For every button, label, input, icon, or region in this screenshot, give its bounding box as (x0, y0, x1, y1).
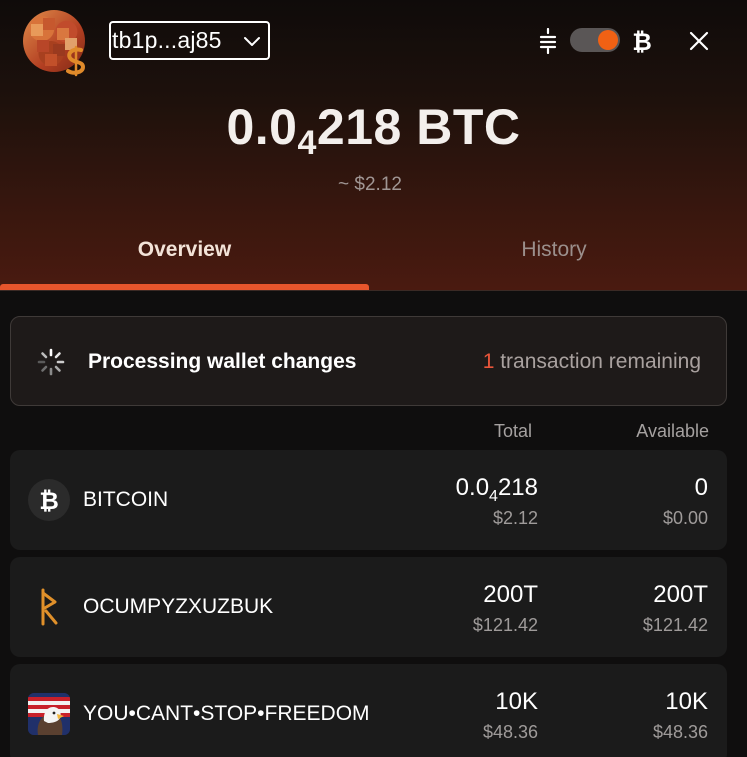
asset-total-subscript: 4 (489, 488, 498, 505)
address-selector-button[interactable]: tb1p...aj85 (109, 21, 270, 60)
asset-available-usd: $0.00 (662, 508, 708, 528)
asset-available: 200T (653, 581, 708, 608)
chevron-down-icon (242, 31, 262, 56)
asset-name: BITCOIN (83, 488, 169, 511)
asset-row-you-cant-stop-freedom[interactable]: YOU•CANT•STOP•FREEDOM 10K $48.36 10K $48… (10, 664, 727, 757)
address-label: tb1p...aj85 (112, 27, 222, 53)
bitcoin-icon: ₿ (28, 479, 70, 521)
processing-remaining: 1 transaction remaining (483, 350, 701, 374)
rune-icon (28, 586, 70, 628)
asset-total: 0.04218 (455, 474, 538, 505)
processing-banner: Processing wallet changes 1 transaction … (10, 316, 727, 406)
runes-badge-icon (60, 44, 92, 78)
asset-total: 200T (483, 581, 538, 608)
unit-toggle[interactable] (570, 28, 620, 52)
remaining-text: transaction remaining (494, 350, 701, 373)
asset-total-main: 0.0 (455, 474, 490, 501)
spinner-icon (37, 348, 65, 376)
asset-available-usd: $48.36 (652, 722, 708, 742)
balance-main: 0.0 (226, 99, 298, 155)
balance-amount: 0.04218 BTC (0, 98, 747, 162)
toggle-knob (598, 30, 618, 50)
svg-text:₿: ₿ (39, 487, 59, 514)
column-header-total: Total (493, 421, 532, 441)
asset-total-usd: $48.36 (482, 722, 538, 742)
asset-available-usd: $121.42 (642, 615, 708, 635)
processing-label: Processing wallet changes (88, 350, 357, 373)
bitcoin-icon[interactable]: ₿ (630, 27, 654, 55)
eagle-flag-icon (28, 693, 70, 735)
svg-text:₿: ₿ (632, 28, 652, 55)
close-icon[interactable] (686, 28, 712, 54)
asset-total-usd: $121.42 (472, 615, 538, 635)
satoshi-icon[interactable] (537, 27, 559, 55)
tab-history[interactable]: History (369, 238, 739, 268)
balance-fiat: ~ $2.12 (338, 174, 402, 195)
asset-name: YOU•CANT•STOP•FREEDOM (83, 702, 370, 725)
balance-subscript: 4 (297, 124, 317, 162)
asset-total-usd: $2.12 (492, 508, 538, 528)
balance-rest: 218 BTC (316, 99, 521, 155)
active-tab-indicator (0, 284, 369, 290)
asset-total: 10K (495, 688, 538, 715)
column-header-available: Available (636, 421, 709, 441)
asset-available: 10K (665, 688, 708, 715)
asset-row-ocumpyzxuzbuk[interactable]: OCUMPYZXUZBUK 200T $121.42 200T $121.42 (10, 557, 727, 657)
asset-total-rest: 218 (497, 474, 538, 501)
asset-name: OCUMPYZXUZBUK (83, 595, 274, 618)
remaining-count: 1 (482, 350, 495, 373)
wallet-page: tb1p...aj85 ₿ 0.04218 BTC ~ $2.12 Overvi… (0, 0, 747, 757)
asset-available: 0 (694, 474, 708, 501)
tab-overview[interactable]: Overview (0, 238, 369, 268)
wallet-header: tb1p...aj85 ₿ 0.04218 BTC ~ $2.12 Overvi… (0, 0, 747, 291)
asset-row-bitcoin[interactable]: ₿ BITCOIN 0.04218 $2.12 0 $0.00 (10, 450, 727, 550)
